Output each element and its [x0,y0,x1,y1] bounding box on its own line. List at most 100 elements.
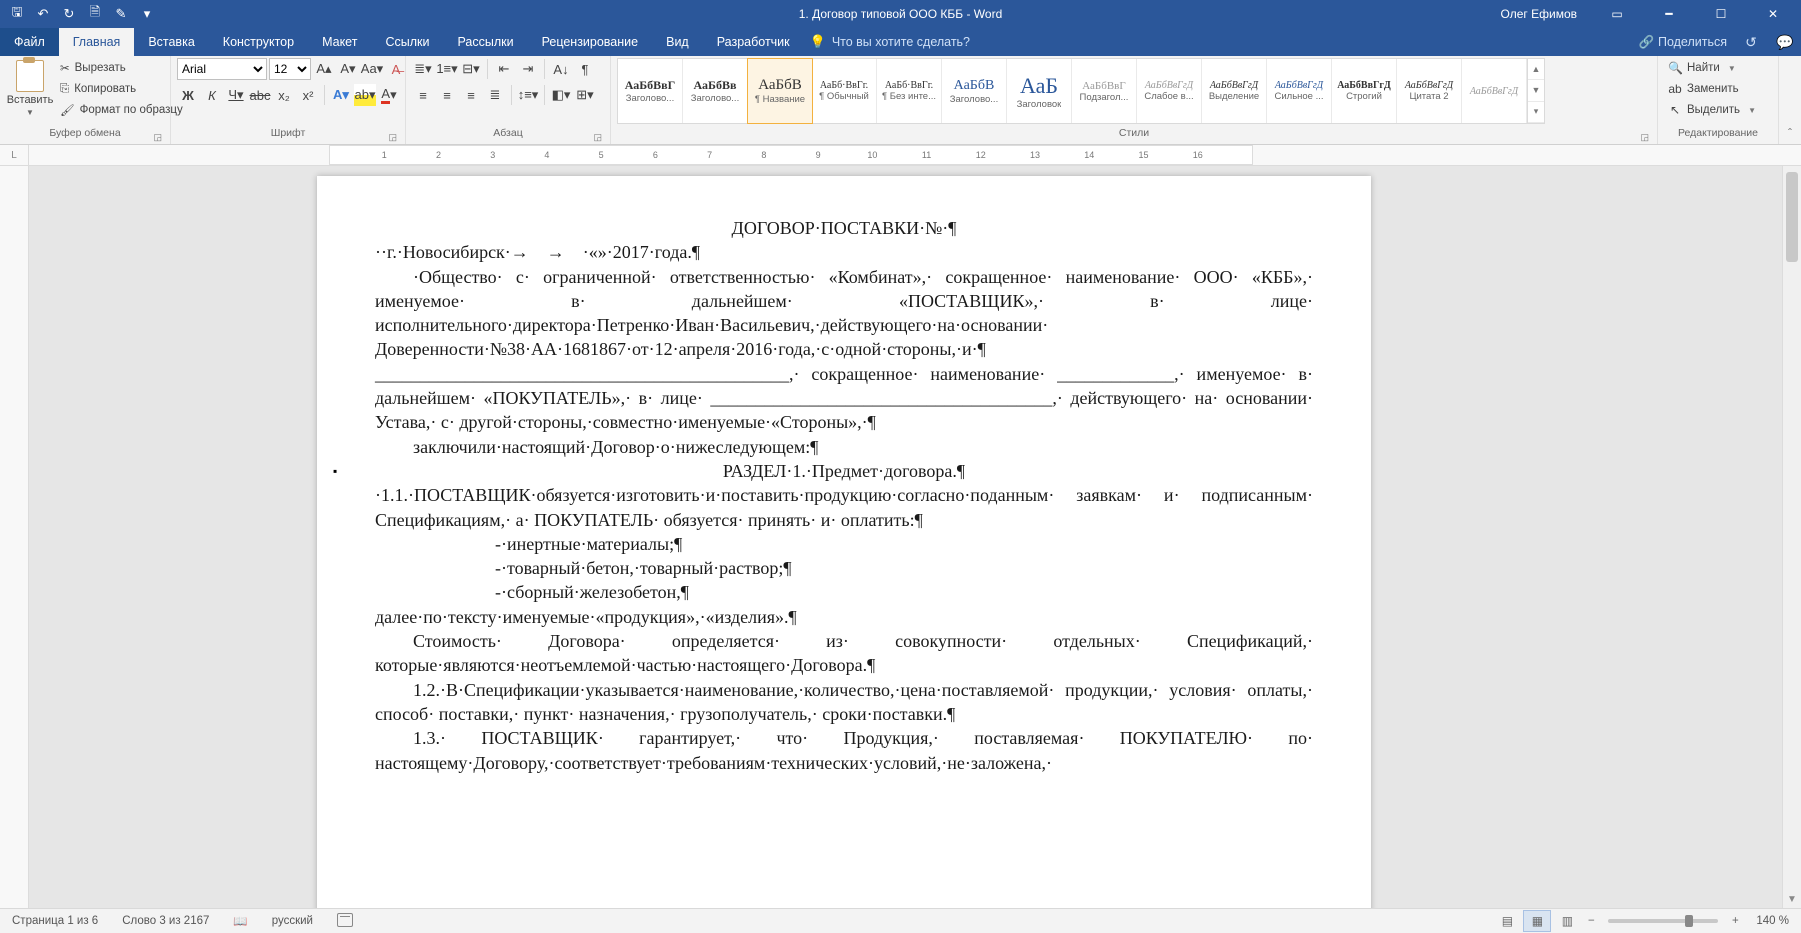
tab-insert[interactable]: Вставка [134,28,208,56]
font-size-select[interactable]: 12 [269,58,311,80]
align-right-icon[interactable]: ≡ [460,84,482,106]
copy-button[interactable]: ⎘Копировать [56,79,187,99]
status-spell-icon[interactable]: 📖 [221,914,259,928]
view-read-icon[interactable]: ▤ [1493,910,1521,932]
replace-button[interactable]: abЗаменить [1664,79,1743,99]
style-emphasis[interactable]: АаБбВвГгДВыделение [1202,59,1267,123]
zoom-slider[interactable] [1608,919,1718,923]
paragraph-launcher-icon[interactable]: ◲ [593,132,602,143]
zoom-out-button[interactable]: − [1582,915,1600,927]
maximize-button[interactable]: ☐ [1699,0,1743,28]
align-left-icon[interactable]: ≡ [412,84,434,106]
tab-review[interactable]: Рецензирование [528,28,653,56]
style-strong[interactable]: АаБбВвГгДСтрогий [1332,59,1397,123]
tab-mailings[interactable]: Рассылки [443,28,527,56]
style-extra[interactable]: АаБбВвГгД [1462,59,1527,123]
status-language[interactable]: русский [260,915,325,927]
paste-button[interactable]: Вставить ▼ [6,58,54,119]
comments-icon[interactable]: 💬 [1775,34,1795,51]
view-web-icon[interactable]: ▥ [1553,910,1581,932]
cut-button[interactable]: ✂Вырезать [56,58,187,78]
tab-design[interactable]: Конструктор [209,28,308,56]
highlight-icon[interactable]: ab▾ [354,84,376,106]
tab-references[interactable]: Ссылки [371,28,443,56]
status-page[interactable]: Страница 1 из 6 [0,915,110,927]
tab-file[interactable]: Файл [0,28,59,56]
tab-layout[interactable]: Макет [308,28,371,56]
style-heading2[interactable]: АаБбВвЗаголово... [683,59,748,123]
multilevel-icon[interactable]: ⊟▾ [460,58,482,80]
style-quote[interactable]: АаБбВвГгДЦитата 2 [1397,59,1462,123]
vertical-ruler[interactable] [0,166,29,908]
font-launcher-icon[interactable]: ◲ [388,132,397,143]
borders-icon[interactable]: ⊞▾ [574,84,596,106]
shrink-font-icon[interactable]: A▾ [337,58,359,80]
status-macro-icon[interactable] [325,913,367,930]
collapse-ribbon-icon[interactable]: ˆ [1779,56,1801,144]
font-color-icon[interactable]: A▾ [378,84,400,106]
bold-button[interactable]: Ж [177,84,199,106]
horizontal-ruler[interactable]: 12345678910111213141516 [29,145,1801,165]
clear-format-icon[interactable]: A̶ [385,58,407,80]
shading-icon[interactable]: ◧▾ [550,84,572,106]
styles-launcher-icon[interactable]: ◲ [1640,132,1649,143]
tab-view[interactable]: Вид [652,28,703,56]
style-subtle-emph[interactable]: АаБбВвГгДСлабое в... [1137,59,1202,123]
style-intense-emph[interactable]: АаБбВвГгДСильное ... [1267,59,1332,123]
bullets-icon[interactable]: ≣▾ [412,58,434,80]
numbering-icon[interactable]: 1≡▾ [436,58,458,80]
document-canvas[interactable]: ДОГОВОР·ПОСТАВКИ·№·¶ ··г.·Новосибирск·→ … [29,166,1782,908]
tab-developer[interactable]: Разработчик [703,28,804,56]
history-icon[interactable]: ↺ [1741,34,1761,51]
line-spacing-icon[interactable]: ↕≡▾ [517,84,539,106]
style-normal[interactable]: АаБб·ВвГг.¶ Обычный [812,59,877,123]
save-icon[interactable]: 🖫 [10,7,24,21]
zoom-level[interactable]: 140 % [1744,915,1801,927]
gallery-down-icon[interactable]: ▼ [1528,80,1544,101]
ink-icon[interactable]: ✎ [114,7,128,21]
gallery-more-icon[interactable]: ▾ [1528,102,1544,123]
format-painter-button[interactable]: 🖌Формат по образцу [56,100,187,120]
style-title2[interactable]: АаБЗаголовок [1007,59,1072,123]
underline-button[interactable]: Ч▾ [225,84,247,106]
show-marks-icon[interactable]: ¶ [574,58,596,80]
superscript-button[interactable]: x² [297,84,319,106]
justify-icon[interactable]: ≣ [484,84,506,106]
clipboard-launcher-icon[interactable]: ◲ [153,132,162,143]
sort-icon[interactable]: A↓ [550,58,572,80]
undo-icon[interactable]: ↶ [36,7,50,21]
vertical-scrollbar[interactable]: ▲ ▼ [1782,166,1801,908]
strike-button[interactable]: abc [249,84,271,106]
ruler-corner[interactable]: L [0,145,29,165]
italic-button[interactable]: К [201,84,223,106]
redo-icon[interactable]: ↻ [62,7,76,21]
style-nospacing[interactable]: АаБб·ВвГг.¶ Без инте... [877,59,942,123]
qat-more-icon[interactable]: ▾ [140,7,154,21]
preview-icon[interactable]: 🗎 [88,7,102,21]
decrease-indent-icon[interactable]: ⇤ [493,58,515,80]
close-button[interactable]: ✕ [1751,0,1795,28]
minimize-button[interactable]: ━ [1647,0,1691,28]
share-button[interactable]: 🔗 Поделиться [1639,35,1727,50]
style-heading3[interactable]: АаБбВЗаголово... [942,59,1007,123]
style-subtitle[interactable]: АаБбВвГПодзагол... [1072,59,1137,123]
gallery-up-icon[interactable]: ▲ [1528,59,1544,80]
text-effects-icon[interactable]: A▾ [330,84,352,106]
scroll-down-icon[interactable]: ▼ [1783,890,1801,908]
scroll-thumb[interactable] [1786,172,1798,262]
increase-indent-icon[interactable]: ⇥ [517,58,539,80]
zoom-knob[interactable] [1685,915,1693,927]
font-name-select[interactable]: Arial [177,58,267,80]
tab-home[interactable]: Главная [59,28,135,56]
style-heading1[interactable]: АаБбВвГЗаголово... [618,59,683,123]
tell-me[interactable]: 💡 Что вы хотите сделать? [810,28,970,56]
document-body[interactable]: ДОГОВОР·ПОСТАВКИ·№·¶ ··г.·Новосибирск·→ … [375,216,1313,775]
find-button[interactable]: 🔍Найти▼ [1664,58,1740,78]
status-words[interactable]: Слово 3 из 2167 [110,915,221,927]
change-case-icon[interactable]: Aa▾ [361,58,383,80]
align-center-icon[interactable]: ≡ [436,84,458,106]
subscript-button[interactable]: x₂ [273,84,295,106]
grow-font-icon[interactable]: A▴ [313,58,335,80]
ribbon-options-icon[interactable]: ▭ [1595,0,1639,28]
zoom-in-button[interactable]: + [1726,915,1744,927]
